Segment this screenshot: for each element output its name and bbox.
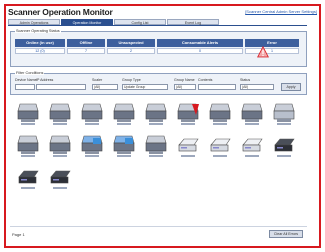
scanner-device-9[interactable] [270,101,298,129]
device-name-label [181,155,195,157]
device-name-label [245,123,259,125]
status-header-consumable: Consumable Alerts [157,39,243,47]
server-settings-link[interactable]: [Scanner Central Admin Server Settings] [245,9,317,14]
scanner-device-8[interactable] [238,101,266,129]
scanner-device-2[interactable] [46,101,74,129]
device-name-label [85,155,99,157]
flatbed-scanner-device-16[interactable] [206,133,234,161]
filter-label-scaler: Scaler [92,78,103,82]
ip-address-input[interactable] [36,84,86,90]
scanner-device-10[interactable] [14,133,42,161]
status-value-error[interactable]: 1 [245,48,299,54]
device-name-label [149,123,163,125]
scanner-device-6[interactable] [174,101,202,129]
device-name-label [277,123,291,125]
flatbed-scanner-device-15[interactable] [174,133,202,161]
operating-status-panel: Scanner Operating Status Online (in use)… [10,29,307,67]
filter-inputs: (All) Update Group (All) (All) Apply [14,83,303,91]
device-name-label [53,155,67,157]
status-panel-title: Scanner Operating Status [15,29,61,33]
filter-labels: Device Name IP Address Scaler Group Type… [14,78,303,83]
flatbed-scanner-device-20[interactable] [46,165,74,193]
page-title: Scanner Operation Monitor [8,7,113,17]
status-header-offline: Offline [67,39,105,47]
error-alert-icon [257,46,269,58]
device-name-label [277,155,291,157]
scanner-device-5[interactable] [142,101,170,129]
device-name-label [117,123,131,125]
status-value-offline[interactable]: 7 [67,48,105,54]
status-header-online: Online (in use) [15,39,65,47]
status-value-unsuspected[interactable]: 2 [107,48,155,54]
status-value-online[interactable]: 12 (0) [15,48,65,54]
device-name-input[interactable] [15,84,35,90]
flatbed-scanner-device-19[interactable] [14,165,42,193]
scanner-device-1[interactable] [14,101,42,129]
filter-label-contents: Contents [198,78,213,82]
device-name-label [245,155,259,157]
scanner-device-14[interactable] [142,133,170,161]
status-header-unsuspected: Unsuspected [107,39,155,47]
status-value-consumable[interactable]: 0 [157,48,243,54]
scaler-select[interactable]: (All) [92,84,118,90]
device-name-label [117,155,131,157]
contents-input[interactable] [198,84,236,90]
device-name-label [181,123,195,125]
filter-label-device-name: Device Name [15,78,37,82]
device-name-label [21,123,35,125]
flatbed-scanner-device-18[interactable] [270,133,298,161]
flatbed-scanner-device-17[interactable] [238,133,266,161]
scanner-device-12[interactable] [78,133,106,161]
filter-panel: Filter Conditions Device Name IP Address… [10,71,307,95]
footer-divider [10,226,307,227]
scanner-device-4[interactable] [110,101,138,129]
group-type-select[interactable]: Update Group [122,84,168,90]
status-header-error: Error [245,39,299,47]
group-name-select[interactable]: (All) [174,84,196,90]
device-name-label [53,187,67,189]
filter-label-group-name: Group Name [174,78,195,82]
device-name-label [213,155,227,157]
device-name-label [149,155,163,157]
status-select[interactable]: (All) [240,84,274,90]
device-name-label [85,123,99,125]
filter-label-group-type: Group Type [122,78,141,82]
clear-all-errors-button[interactable]: Clear All Errors [269,230,303,238]
scanner-device-7[interactable] [206,101,234,129]
filter-label-status: Status [240,78,251,82]
scanner-device-13[interactable] [110,133,138,161]
filter-label-ip-address: IP Address [36,78,54,82]
filter-panel-title: Filter Conditions [15,71,45,75]
scanner-device-3[interactable] [78,101,106,129]
device-name-label [53,123,67,125]
apply-button[interactable]: Apply [281,83,301,91]
device-name-label [21,155,35,157]
device-name-label [21,187,35,189]
page-indicator: Page 1 [12,232,25,237]
device-name-label [213,123,227,125]
scanner-device-11[interactable] [46,133,74,161]
tab-divider [8,25,307,26]
